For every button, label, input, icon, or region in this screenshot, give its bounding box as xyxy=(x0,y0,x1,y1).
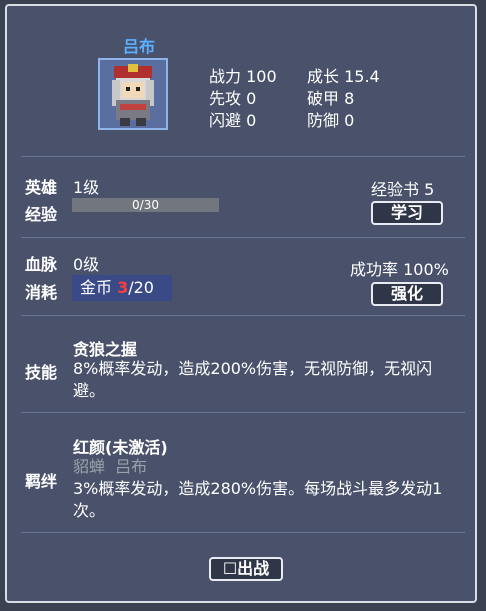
cost-have: 3 xyxy=(117,278,129,297)
stat-growth: 成长 15.4 xyxy=(307,63,380,87)
stat-initiative-label: 先攻 xyxy=(209,89,242,108)
hero-name: 吕布 xyxy=(122,37,155,56)
stat-initiative-value: 0 xyxy=(246,89,257,108)
stat-dodge: 闪避 0 xyxy=(209,107,256,131)
hero-avatar-icon xyxy=(100,60,166,128)
divider xyxy=(21,237,465,238)
exp-progress-text: 0/30 xyxy=(132,198,159,212)
strengthen-button[interactable]: 强化 xyxy=(371,282,443,306)
skill-title: 贪狼之握 xyxy=(73,340,138,359)
stat-defense-value: 0 xyxy=(344,111,355,130)
stat-dodge-value: 0 xyxy=(246,111,257,130)
divider xyxy=(21,156,465,157)
exp-progress-bar: 0/30 xyxy=(72,198,219,212)
stat-initiative: 先攻 0 xyxy=(209,85,256,109)
exp-label: 经验 xyxy=(25,205,58,224)
divider xyxy=(21,532,465,533)
divider xyxy=(21,412,465,413)
learn-button[interactable]: 学习 xyxy=(371,201,443,225)
stat-power: 战力 100 xyxy=(209,63,277,87)
success-rate: 成功率 100% xyxy=(350,260,449,279)
stat-armor-break-value: 8 xyxy=(344,89,355,108)
checkbox-icon[interactable]: ☐ xyxy=(223,559,237,578)
hero-level-value: 1级 xyxy=(73,178,100,197)
stat-armor-break: 破甲 8 xyxy=(307,85,354,109)
cost-need: /20 xyxy=(128,278,154,297)
divider xyxy=(21,315,465,316)
deploy-label: 出战 xyxy=(237,559,270,578)
stat-power-value: 100 xyxy=(246,67,277,86)
stat-defense-label: 防御 xyxy=(307,111,340,130)
stat-growth-label: 成长 xyxy=(307,67,340,86)
bond-description: 3%概率发动，造成280%伤害。每场战斗最多发动1次。 xyxy=(73,479,443,520)
exp-book-count: 经验书 5 xyxy=(371,180,435,199)
bond-title: 红颜(未激活) xyxy=(73,438,168,457)
cost-badge: 金币 3/20 xyxy=(72,275,172,301)
stat-dodge-label: 闪避 xyxy=(209,111,242,130)
stat-growth-value: 15.4 xyxy=(344,67,380,86)
skill-label: 技能 xyxy=(25,363,58,382)
hero-portrait xyxy=(98,58,168,130)
hero-level-label: 英雄 xyxy=(25,178,58,197)
bloodline-level: 0级 xyxy=(73,255,100,274)
stat-power-label: 战力 xyxy=(209,67,242,86)
bloodline-label: 血脉 xyxy=(25,255,58,274)
deploy-toggle[interactable]: ☐出战 xyxy=(209,557,283,581)
bond-label: 羁绊 xyxy=(25,472,58,491)
cost-currency: 金币 xyxy=(80,278,118,297)
stat-defense: 防御 0 xyxy=(307,107,354,131)
cost-label: 消耗 xyxy=(25,283,58,302)
stat-armor-break-label: 破甲 xyxy=(307,89,340,108)
hero-detail-panel: 吕布 战力 100 成长 15.4 先攻 0 破甲 8 闪避 0 防御 0 英雄… xyxy=(5,4,477,603)
skill-description: 8%概率发动，造成200%伤害，无视防御，无视闪避。 xyxy=(73,359,433,400)
bond-members: 貂蝉 吕布 xyxy=(73,457,148,476)
